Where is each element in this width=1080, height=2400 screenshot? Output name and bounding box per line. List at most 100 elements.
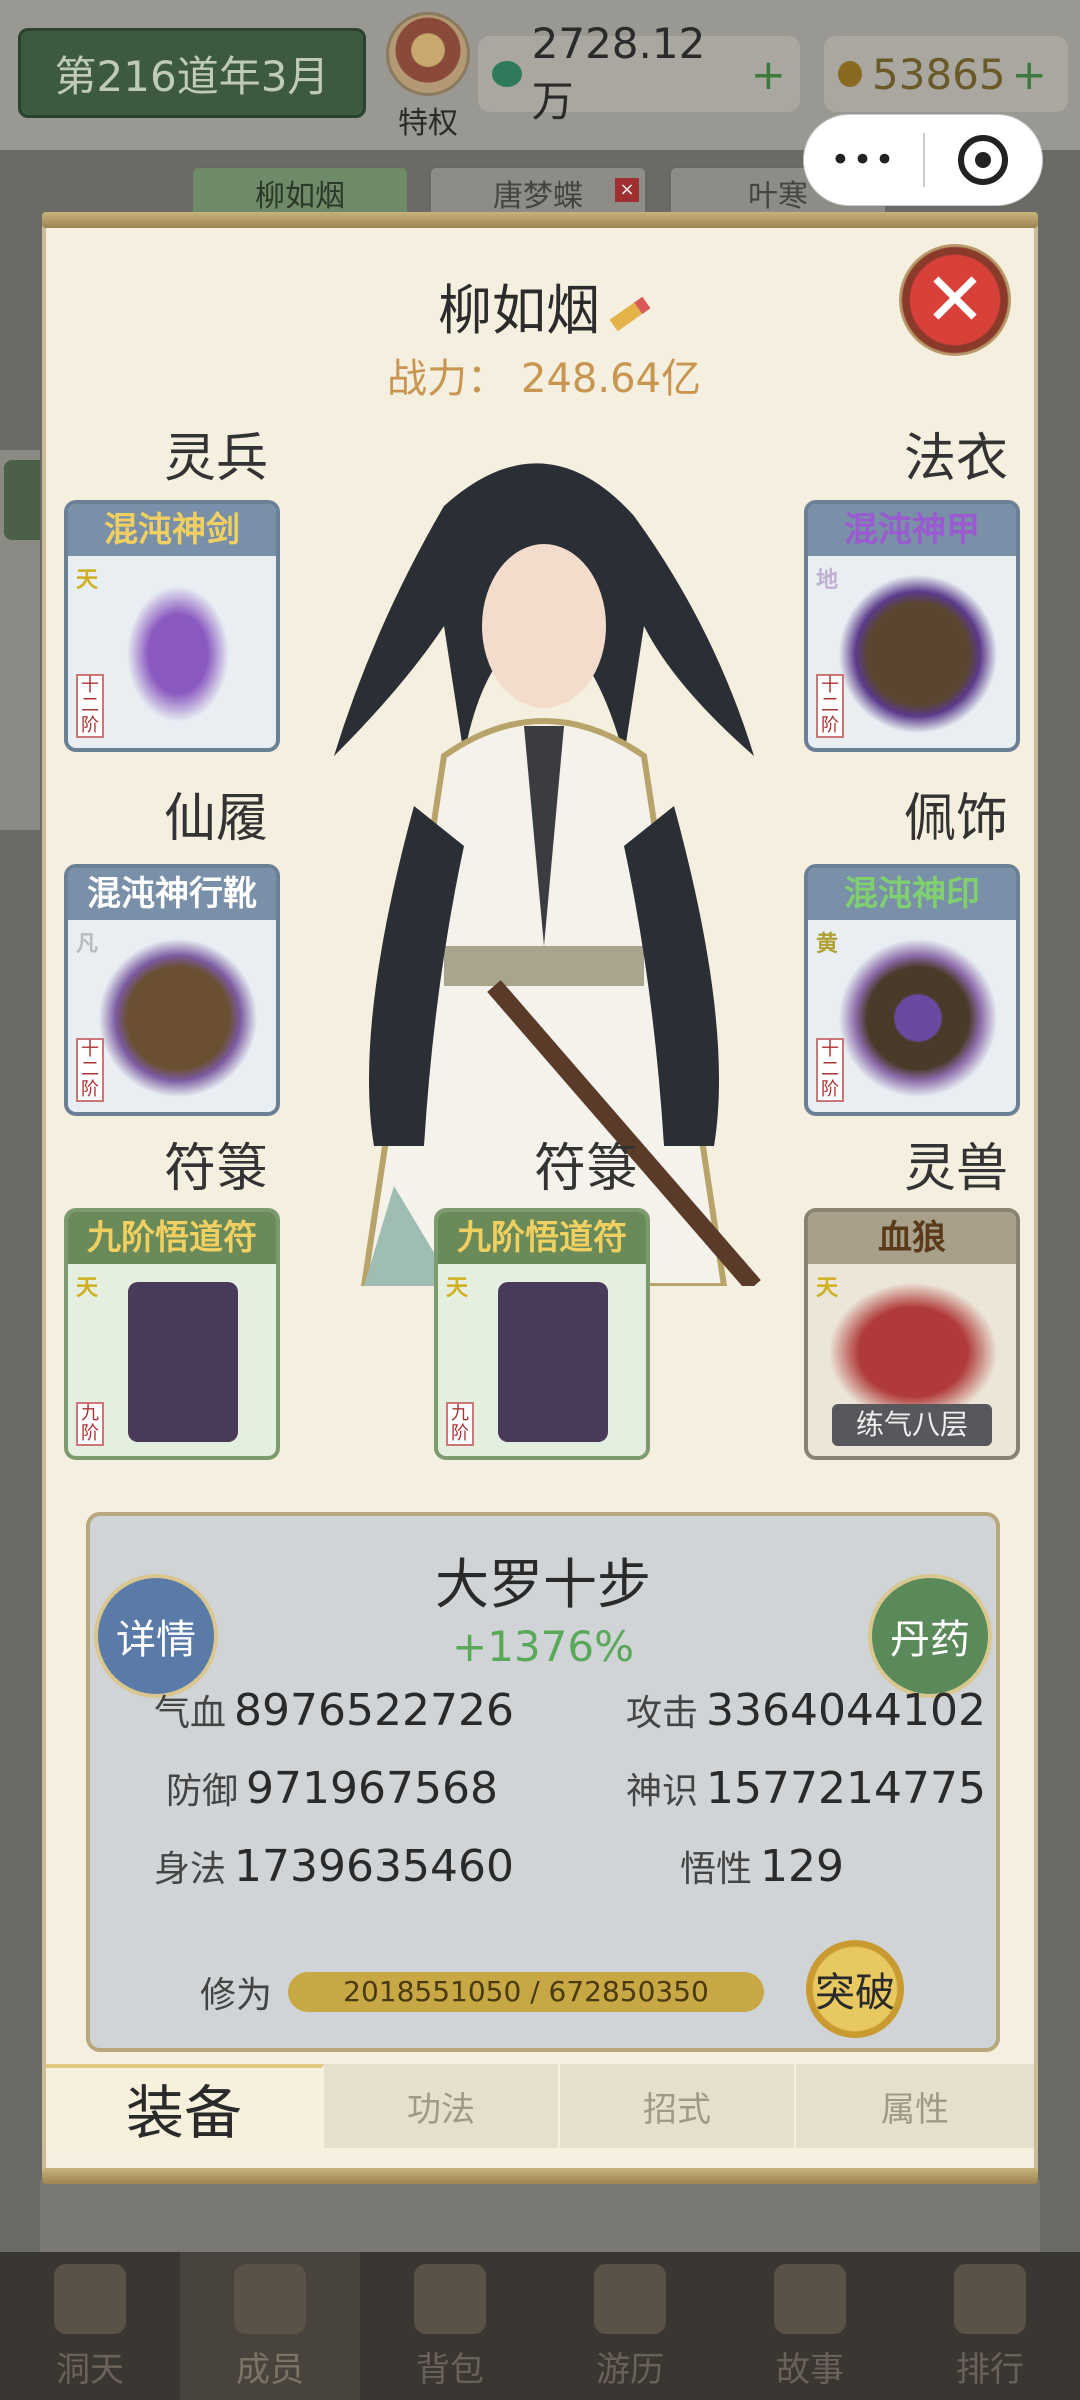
grade-badge: 天 [446,1276,469,1301]
nav-bag[interactable]: 背包 [360,2252,540,2400]
jade-value: 2728.12万 [531,19,706,126]
item-name: 混沌神剑 [68,504,276,556]
grade-badge: 黄 [816,932,839,957]
item-name: 九阶悟道符 [68,1212,276,1264]
close-icon[interactable]: × [615,178,639,202]
tier-badge: 十二阶 [76,674,104,738]
stat-row: 防御 971967568 神识 1577214775 [90,1762,996,1832]
nav-members[interactable]: 成员 [180,2252,360,2400]
stat-label: 防御 [166,1771,239,1812]
close-button[interactable]: ✕ [899,244,1011,356]
gold-icon [838,61,862,87]
beast-name: 血狼 [808,1212,1016,1264]
stat-label: 神识 [626,1771,699,1812]
grade-badge: 天 [76,1276,99,1301]
cultivation-label: 修为 [200,1975,273,2016]
slot-title-weapon: 灵兵 [163,429,268,489]
cave-icon [54,2264,126,2334]
stat-value: 971967568 [246,1763,498,1814]
breakthrough-button[interactable]: 突破 [806,1940,904,2038]
edit-icon[interactable] [609,297,651,332]
nav-story[interactable]: 故事 [720,2252,900,2400]
gold-add-button[interactable]: + [1012,50,1047,99]
char-tab-label: 叶寒 [748,179,808,214]
tab-moves[interactable]: 招式 [560,2064,796,2148]
nav-label: 游历 [596,2350,664,2390]
tab-equipment[interactable]: 装备 [46,2064,324,2148]
realm-bonus: +1376% [452,1622,634,1671]
stat-value: 1577214775 [706,1763,986,1814]
char-tab-label: 唐梦蝶 [493,179,583,214]
stat-label: 身法 [154,1849,227,1890]
talisman-icon [498,1282,608,1442]
vip-medal-icon [386,12,470,96]
grade-badge: 地 [816,568,839,593]
jade-add-button[interactable]: + [751,50,786,99]
scroll-icon [594,2264,666,2334]
nav-label: 背包 [416,2350,484,2390]
nav-rank[interactable]: 排行 [900,2252,1080,2400]
wolf-icon [828,1282,998,1422]
vip-privilege[interactable]: 特权 [382,12,474,142]
boots-icon [98,938,258,1098]
item-name: 混沌神印 [808,868,1016,920]
equip-card-talisman-2[interactable]: 九阶悟道符 天 九阶 [434,1208,650,1460]
tier-badge: 十二阶 [76,1038,104,1102]
nav-travel[interactable]: 游历 [540,2252,720,2400]
tier-badge: 九阶 [446,1402,474,1446]
stat-value: 8976522726 [234,1685,514,1736]
character-name-row: 柳如烟 [46,266,1042,345]
gold-value: 53865 [872,49,1006,99]
target-dot [975,152,992,168]
combat-power: 战力： 248.64亿 [46,346,1042,404]
tier-badge: 十二阶 [816,1038,844,1102]
stat-label: 气血 [154,1693,227,1734]
side-filter-active[interactable] [4,460,40,540]
gold-resource[interactable]: 53865 + [824,36,1068,112]
scroll-rod-top [42,212,1038,228]
book-icon [774,2264,846,2334]
members-icon [234,2264,306,2334]
stat-attack: 攻击 3364044102 [626,1684,986,1736]
panel-tabs: 装备 功法 招式 属性 [46,2064,1034,2148]
member-list-bg [40,2180,1040,2252]
equip-card-weapon[interactable]: 混沌神剑 天 十二阶 [64,500,280,752]
exit-button[interactable] [925,135,1042,185]
target-icon [958,135,1009,185]
stat-defense: 防御 971967568 [166,1762,498,1814]
cultivation-progress: 修为 2018551050 / 672850350 [200,1966,765,2018]
tier-badge: 十二阶 [816,674,844,738]
jade-resource[interactable]: 2728.12万 + [478,19,800,126]
equip-card-boots[interactable]: 混沌神行靴 凡 十二阶 [64,864,280,1116]
slot-title-talisman-2: 符箓 [533,1139,638,1199]
vip-label: 特权 [398,106,458,141]
sword-icon [118,574,238,734]
tab-skills[interactable]: 功法 [324,2064,560,2148]
equip-card-accessory[interactable]: 混沌神印 黄 十二阶 [804,864,1020,1116]
slot-title-boots: 仙履 [163,789,268,849]
nav-cave[interactable]: 洞天 [0,2252,180,2400]
stat-label: 攻击 [626,1693,699,1734]
character-panel: 柳如烟 战力： 248.64亿 ✕ 灵兵 法衣 仙履 佩饰 符箓 符箓 灵兽 混沌… [42,216,1038,2178]
jade-icon [492,61,522,87]
stat-value: 1739635460 [234,1841,514,1892]
tab-attributes[interactable]: 属性 [796,2064,1034,2148]
beast-card[interactable]: 血狼 天 练气八层 [804,1208,1020,1460]
rank-icon [954,2264,1026,2334]
stat-wisdom: 悟性 129 [680,1840,844,1892]
more-button[interactable]: ••• [804,140,923,180]
grade-badge: 天 [816,1276,839,1301]
side-filter [0,450,40,830]
equip-card-talisman-1[interactable]: 九阶悟道符 天 九阶 [64,1208,280,1460]
armor-icon [838,574,998,734]
stat-agility: 身法 1739635460 [154,1840,514,1892]
item-name: 九阶悟道符 [438,1212,646,1264]
bag-icon [414,2264,486,2334]
stat-label: 悟性 [680,1849,753,1890]
item-name: 混沌神行靴 [68,868,276,920]
equip-card-robe[interactable]: 混沌神甲 地 十二阶 [804,500,1020,752]
nav-label: 故事 [776,2350,844,2390]
character-name: 柳如烟 [438,279,600,342]
slot-title-robe: 法衣 [903,429,1008,489]
item-name: 混沌神甲 [808,504,1016,556]
